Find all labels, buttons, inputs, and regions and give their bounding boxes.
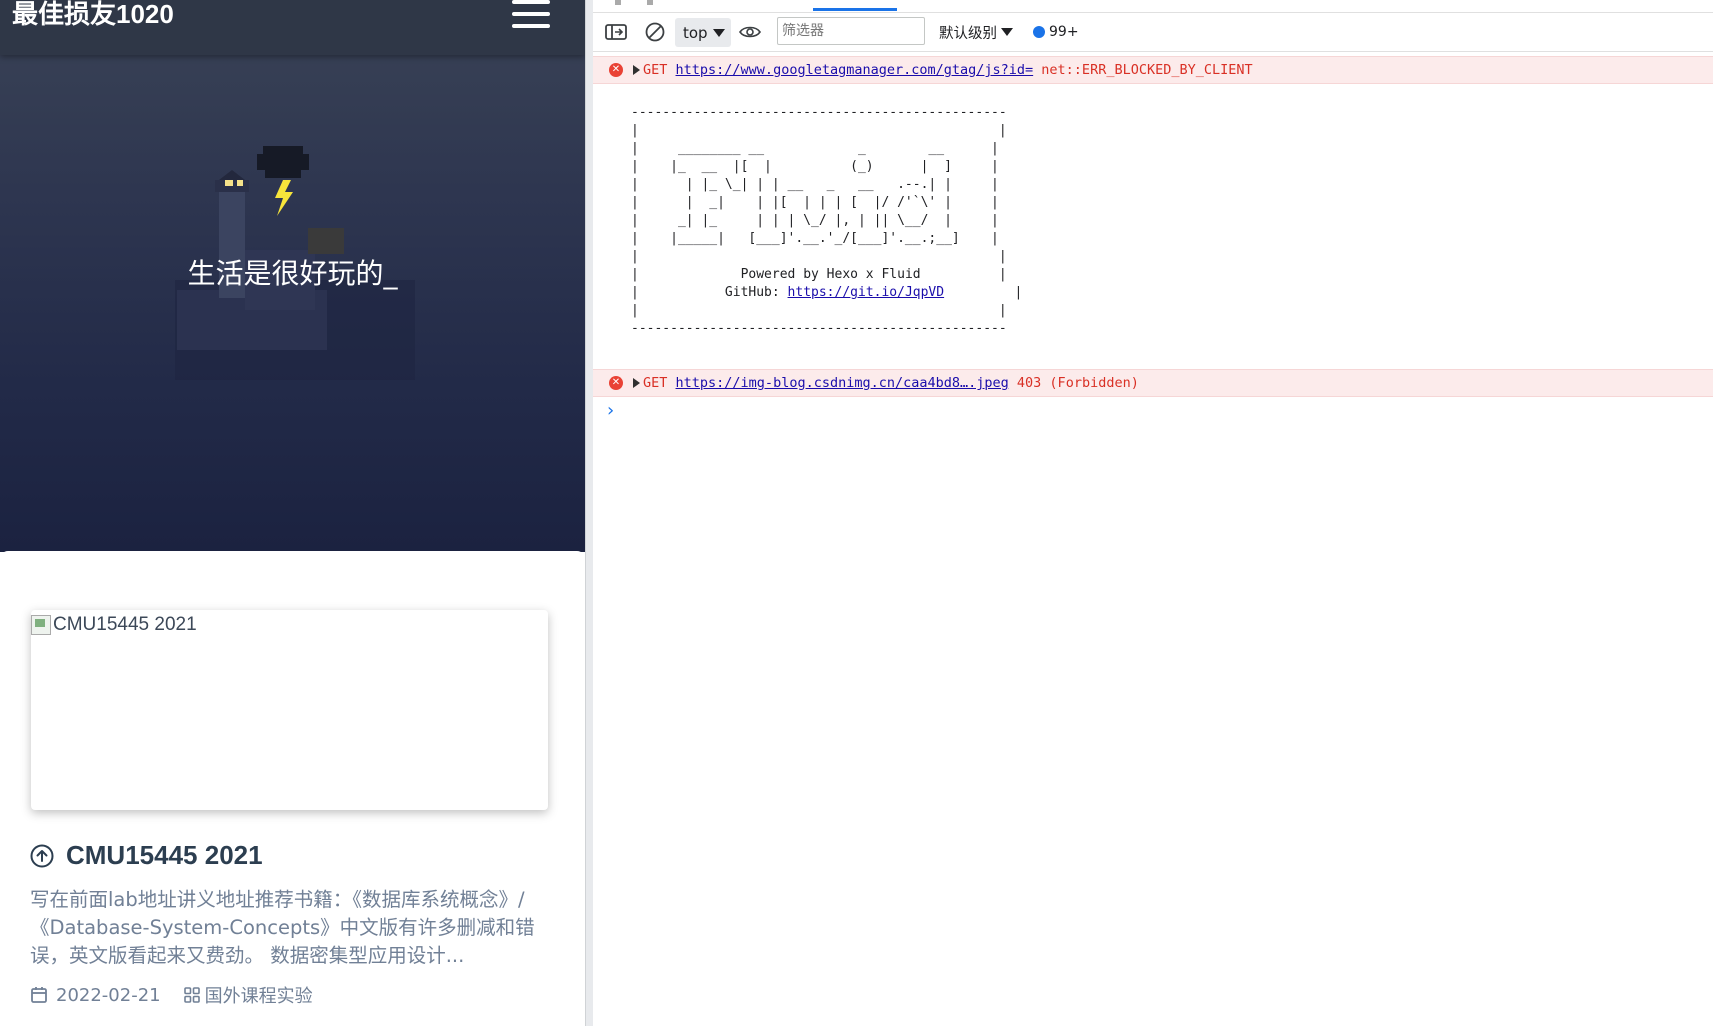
ascii-line: | | xyxy=(631,303,1007,318)
post-date: 2022-02-21 xyxy=(56,984,161,1006)
post-title[interactable]: CMU15445 2021 xyxy=(30,840,263,871)
site-brand[interactable]: 最佳损友1020 xyxy=(12,0,174,28)
log-level-label: 默认级别 xyxy=(939,25,997,42)
request-url-link[interactable]: https://img-blog.csdnimg.cn/caa4bd8….jpe… xyxy=(676,375,1009,391)
ascii-line: | | xyxy=(631,249,1007,264)
ascii-line: | | _| | |[ | | | [ |/ /'`\' | | xyxy=(631,195,999,210)
error-status: 403 (Forbidden) xyxy=(1016,375,1139,391)
tab-icon-fragment xyxy=(647,0,653,5)
powered-by-text: Powered by Hexo x Fluid xyxy=(740,267,921,282)
menu-icon[interactable] xyxy=(512,0,550,30)
devtools-console-panel: top 默认级别 99+ ✕ GET https://www.googletag… xyxy=(593,0,1713,1026)
post-title-text[interactable]: CMU15445 2021 xyxy=(66,840,263,871)
github-label: GitHub: xyxy=(724,285,788,300)
chevron-down-icon xyxy=(1001,28,1013,36)
ascii-line: | |_____| [___]'.__.'_/[___]'.__.;__] | xyxy=(631,231,999,246)
broken-image-icon xyxy=(31,615,51,635)
hero-slogan: 生活是很好玩的_ xyxy=(187,257,398,290)
ascii-line: | _| |_ | | | \_/ |, | || \__/ | | xyxy=(631,213,999,228)
clear-console-icon xyxy=(645,22,665,42)
live-expression-button[interactable] xyxy=(739,13,761,51)
context-selector[interactable]: top xyxy=(675,18,731,47)
chevron-down-icon xyxy=(713,28,725,37)
ascii-line: | | |_ \_| | | __ _ __ .--.| | | xyxy=(631,177,999,192)
log-level-dropdown[interactable]: 默认级别 xyxy=(939,13,1013,51)
ascii-line: | | xyxy=(631,123,1007,138)
image-alt-text: CMU15445 2021 xyxy=(53,614,197,635)
post-category[interactable]: 国外课程实验 xyxy=(205,982,313,1008)
post-excerpt: 写在前面lab地址讲义地址推荐书籍：《数据库系统概念》/《Database-Sy… xyxy=(30,888,535,967)
request-url-link[interactable]: https://www.googletagmanager.com/gtag/js… xyxy=(676,62,1034,78)
category-icon xyxy=(183,987,200,1003)
console-error-message[interactable]: ✕ GET https://www.googletagmanager.com/g… xyxy=(593,56,1713,84)
console-prompt[interactable]: › xyxy=(607,400,614,421)
error-icon: ✕ xyxy=(609,376,623,390)
broken-image-alt: CMU15445 2021 xyxy=(31,614,197,636)
context-selector-label: top xyxy=(683,23,708,42)
top-navbar: 最佳损友1020 xyxy=(0,0,585,55)
ascii-line: | |_ __ |[ | (_) | ] | xyxy=(631,159,999,174)
tab-icon-fragment xyxy=(615,0,621,5)
sidebar-toggle-button[interactable] xyxy=(605,13,627,51)
error-icon: ✕ xyxy=(609,63,623,77)
console-filter-input[interactable] xyxy=(777,17,925,45)
error-message-body: GET https://img-blog.csdnimg.cn/caa4bd8…… xyxy=(633,370,1139,396)
issues-count: 99+ xyxy=(1049,24,1079,40)
devtools-tab-strip xyxy=(593,0,1713,13)
active-tab-indicator xyxy=(813,8,897,11)
sidebar-toggle-icon xyxy=(605,24,627,40)
post-thumbnail[interactable]: CMU15445 2021 xyxy=(31,610,548,810)
issues-icon xyxy=(1033,26,1045,38)
eye-icon xyxy=(739,26,761,38)
issues-counter[interactable]: 99+ xyxy=(1033,13,1079,51)
calendar-icon xyxy=(31,987,47,1003)
error-status: net::ERR_BLOCKED_BY_CLIENT xyxy=(1041,62,1253,78)
error-message-body: GET https://www.googletagmanager.com/gta… xyxy=(633,57,1253,83)
blog-page: 最佳损友1020 生活是很好玩的_ CMU15445 2021 CMU15445… xyxy=(0,0,585,1026)
ascii-line: ----------------------------------------… xyxy=(631,321,1007,336)
post-meta: 2022-02-21 国外课程实验 xyxy=(30,982,313,1008)
ascii-banner-log: ----------------------------------------… xyxy=(631,105,1023,336)
expand-arrow-icon[interactable] xyxy=(633,378,640,388)
clear-console-button[interactable] xyxy=(645,13,665,51)
ascii-line: ----------------------------------------… xyxy=(631,105,1007,120)
ascii-line: | ________ __ _ __ | xyxy=(631,141,999,156)
request-method: GET xyxy=(643,375,668,391)
pinned-up-arrow-icon xyxy=(30,844,54,867)
console-error-message[interactable]: ✕ GET https://img-blog.csdnimg.cn/caa4bd… xyxy=(593,369,1713,397)
expand-arrow-icon[interactable] xyxy=(633,65,640,75)
github-link[interactable]: https://git.io/JqpVD xyxy=(788,285,945,300)
console-toolbar: top 默认级别 99+ xyxy=(593,13,1713,52)
request-method: GET xyxy=(643,62,668,78)
